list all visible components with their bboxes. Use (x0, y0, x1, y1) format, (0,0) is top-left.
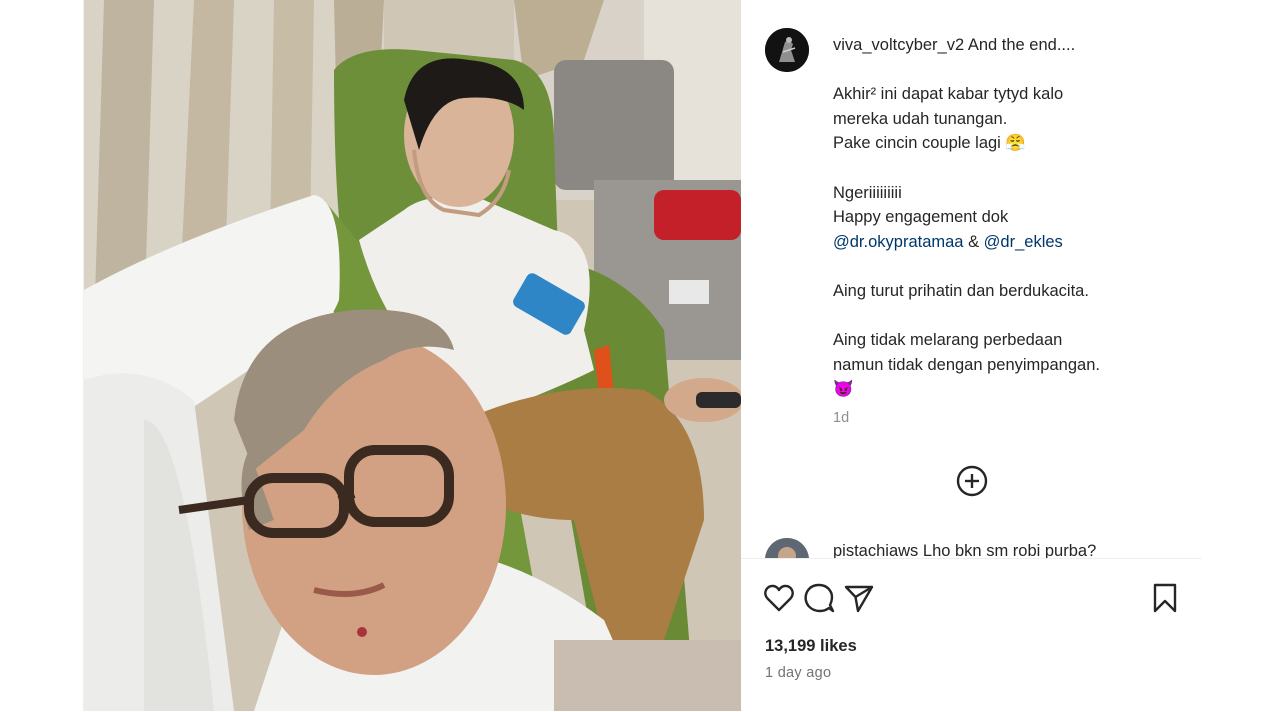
heart-icon (764, 584, 794, 612)
post-photo-image (84, 0, 741, 711)
caption-text-line: mereka udah tunangan. (833, 109, 1008, 128)
comment-icon (804, 583, 835, 613)
comment-body: Lho bkn sm robi purba? (922, 542, 1097, 558)
share-icon (844, 585, 874, 613)
mention-link[interactable]: @dr_ekles (984, 233, 1063, 251)
caption-text-line: Ngeriiiiiiiii (833, 183, 902, 202)
like-button[interactable] (762, 581, 796, 615)
commenter-avatar[interactable] (765, 538, 809, 558)
post-photo[interactable] (84, 0, 741, 711)
caption-area[interactable]: viva_voltcyber_v2 And the end.... Akhir²… (741, 0, 1202, 558)
instagram-post: viva_voltcyber_v2 And the end.... Akhir²… (83, 0, 1202, 712)
save-button[interactable] (1148, 581, 1182, 615)
share-button[interactable] (842, 581, 876, 615)
caption-text-line: Akhir² ini dapat kabar tytyd kalo (833, 85, 1064, 104)
comment-button[interactable] (802, 581, 836, 615)
post-actions: 13,199 likes 1 day ago (741, 558, 1202, 712)
caption-text-line: Pake cincin couple lagi 😤 (833, 134, 1026, 153)
load-more-comments-button[interactable] (955, 464, 989, 498)
caption-text-line: Happy engagement dok (833, 208, 1009, 227)
caption-text-line: And the end.... (967, 36, 1076, 54)
author-avatar[interactable] (765, 28, 809, 72)
commenter-username[interactable]: pistachiaws (833, 542, 918, 558)
caption-timestamp[interactable]: 1d (833, 410, 849, 426)
comment-text: pistachiaws Lho bkn sm robi purba? (833, 542, 1096, 558)
author-username[interactable]: viva_voltcyber_v2 (833, 36, 964, 54)
caption-line-blank (833, 254, 1178, 279)
post-sidebar: viva_voltcyber_v2 And the end.... Akhir²… (741, 0, 1202, 712)
caption-text: viva_voltcyber_v2 And the end.... Akhir²… (833, 33, 1178, 402)
mention-link[interactable]: @dr.okypratamaa (833, 233, 963, 251)
caption-mentions-line: @dr.okypratamaa & @dr_ekles (833, 230, 1178, 255)
caption-line-blank (833, 156, 1178, 181)
caption-line-blank (833, 58, 1178, 83)
caption-text-line: Aing tidak melarang perbedaan (833, 331, 1063, 350)
comment-item: pistachiaws Lho bkn sm robi purba? (765, 538, 1195, 558)
likes-count[interactable]: 13,199 likes (765, 637, 857, 656)
bookmark-icon (1153, 583, 1177, 613)
caption-text-line: Aing turut prihatin dan berdukacita. (833, 281, 1089, 300)
caption-line-0: viva_voltcyber_v2 And the end.... (833, 33, 1178, 58)
mention-separator: & (963, 232, 984, 251)
post-time-ago[interactable]: 1 day ago (765, 665, 831, 681)
caption-text-line: namun tidak dengan penyimpangan. (833, 355, 1100, 374)
caption-text-line: 😈 (833, 380, 854, 399)
commenter-avatar-image (765, 538, 809, 558)
plus-circle-icon (956, 465, 988, 497)
author-avatar-image (765, 28, 809, 72)
caption-line-blank (833, 304, 1178, 329)
